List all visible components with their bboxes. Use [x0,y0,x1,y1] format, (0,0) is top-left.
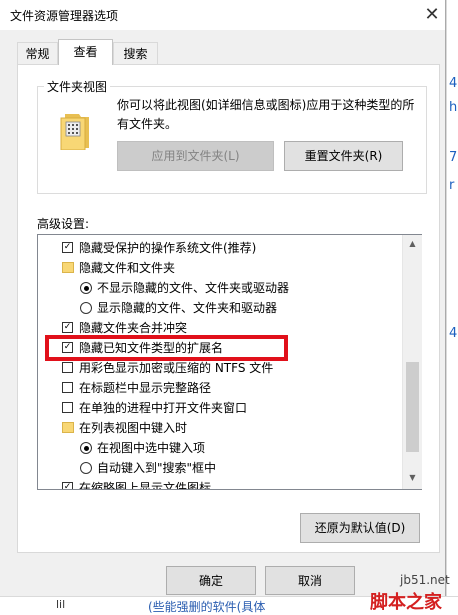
folder-icon [62,262,74,273]
background-window-edge [446,0,458,614]
scroll-thumb[interactable] [406,362,419,452]
radio-selected[interactable] [80,442,92,454]
background-link-fragment: 4 [449,76,458,91]
background-link-fragment: h [449,100,458,115]
reset-folders-button[interactable]: 重置文件夹(R) [284,141,403,171]
background-bottom-left-text: lil [56,598,66,611]
annotation-highlight-box [45,335,288,361]
radio-unselected[interactable] [80,302,92,314]
advanced-settings-list: ✓ 隐藏受保护的操作系统文件(推荐) 隐藏文件和文件夹 不显示隐藏的文件、文件夹… [37,234,422,490]
dialog-title: 文件资源管理器选项 [10,9,119,23]
tab-view[interactable]: 查看 [58,39,113,65]
watermark-name: 脚本之家 [370,592,442,613]
checkbox-checked[interactable]: ✓ [62,322,73,333]
title-bar: 文件资源管理器选项 ✕ [0,0,445,30]
background-link-fragment: 7 [449,150,458,165]
tab-search[interactable]: 搜索 [113,42,158,64]
background-link-fragment: 4 [449,326,458,341]
list-scrollbar[interactable]: ▲ ▼ [402,235,422,489]
watermark-url: jb51.net [400,573,450,587]
checkbox-unchecked[interactable] [62,362,73,373]
advanced-settings-label: 高级设置: [37,217,90,231]
scroll-up-arrow-icon[interactable]: ▲ [403,239,422,248]
checkbox-checked[interactable]: ✓ [62,242,73,253]
apply-to-folders-button[interactable]: 应用到文件夹(L) [117,141,274,171]
folder-view-group-label: 文件夹视图 [44,78,111,95]
checkbox-checked[interactable]: ✓ [62,482,73,489]
ok-button[interactable]: 确定 [166,566,256,595]
checkbox-unchecked[interactable] [62,382,73,393]
folder-view-description: 你可以将此视图(如详细信息或图标)应用于这种类型的所有文件夹。 [117,98,415,131]
tab-general[interactable]: 常规 [17,42,58,64]
radio-selected[interactable] [80,282,92,294]
restore-defaults-button[interactable]: 还原为默认值(D) [300,513,420,543]
scroll-down-arrow-icon[interactable]: ▼ [403,473,422,482]
folder-icon [62,422,74,433]
checkbox-unchecked[interactable] [62,402,73,413]
background-bottom-text: (些能强删的软件(具体 [148,600,266,614]
folder-view-icon [60,114,89,150]
close-icon[interactable]: ✕ [420,3,444,27]
background-link-fragment: r [449,178,455,193]
radio-unselected[interactable] [80,462,92,474]
folder-options-dialog: 文件资源管理器选项 ✕ 常规 查看 搜索 文件夹视图 你可以将此视图(如详细信息… [0,0,446,596]
